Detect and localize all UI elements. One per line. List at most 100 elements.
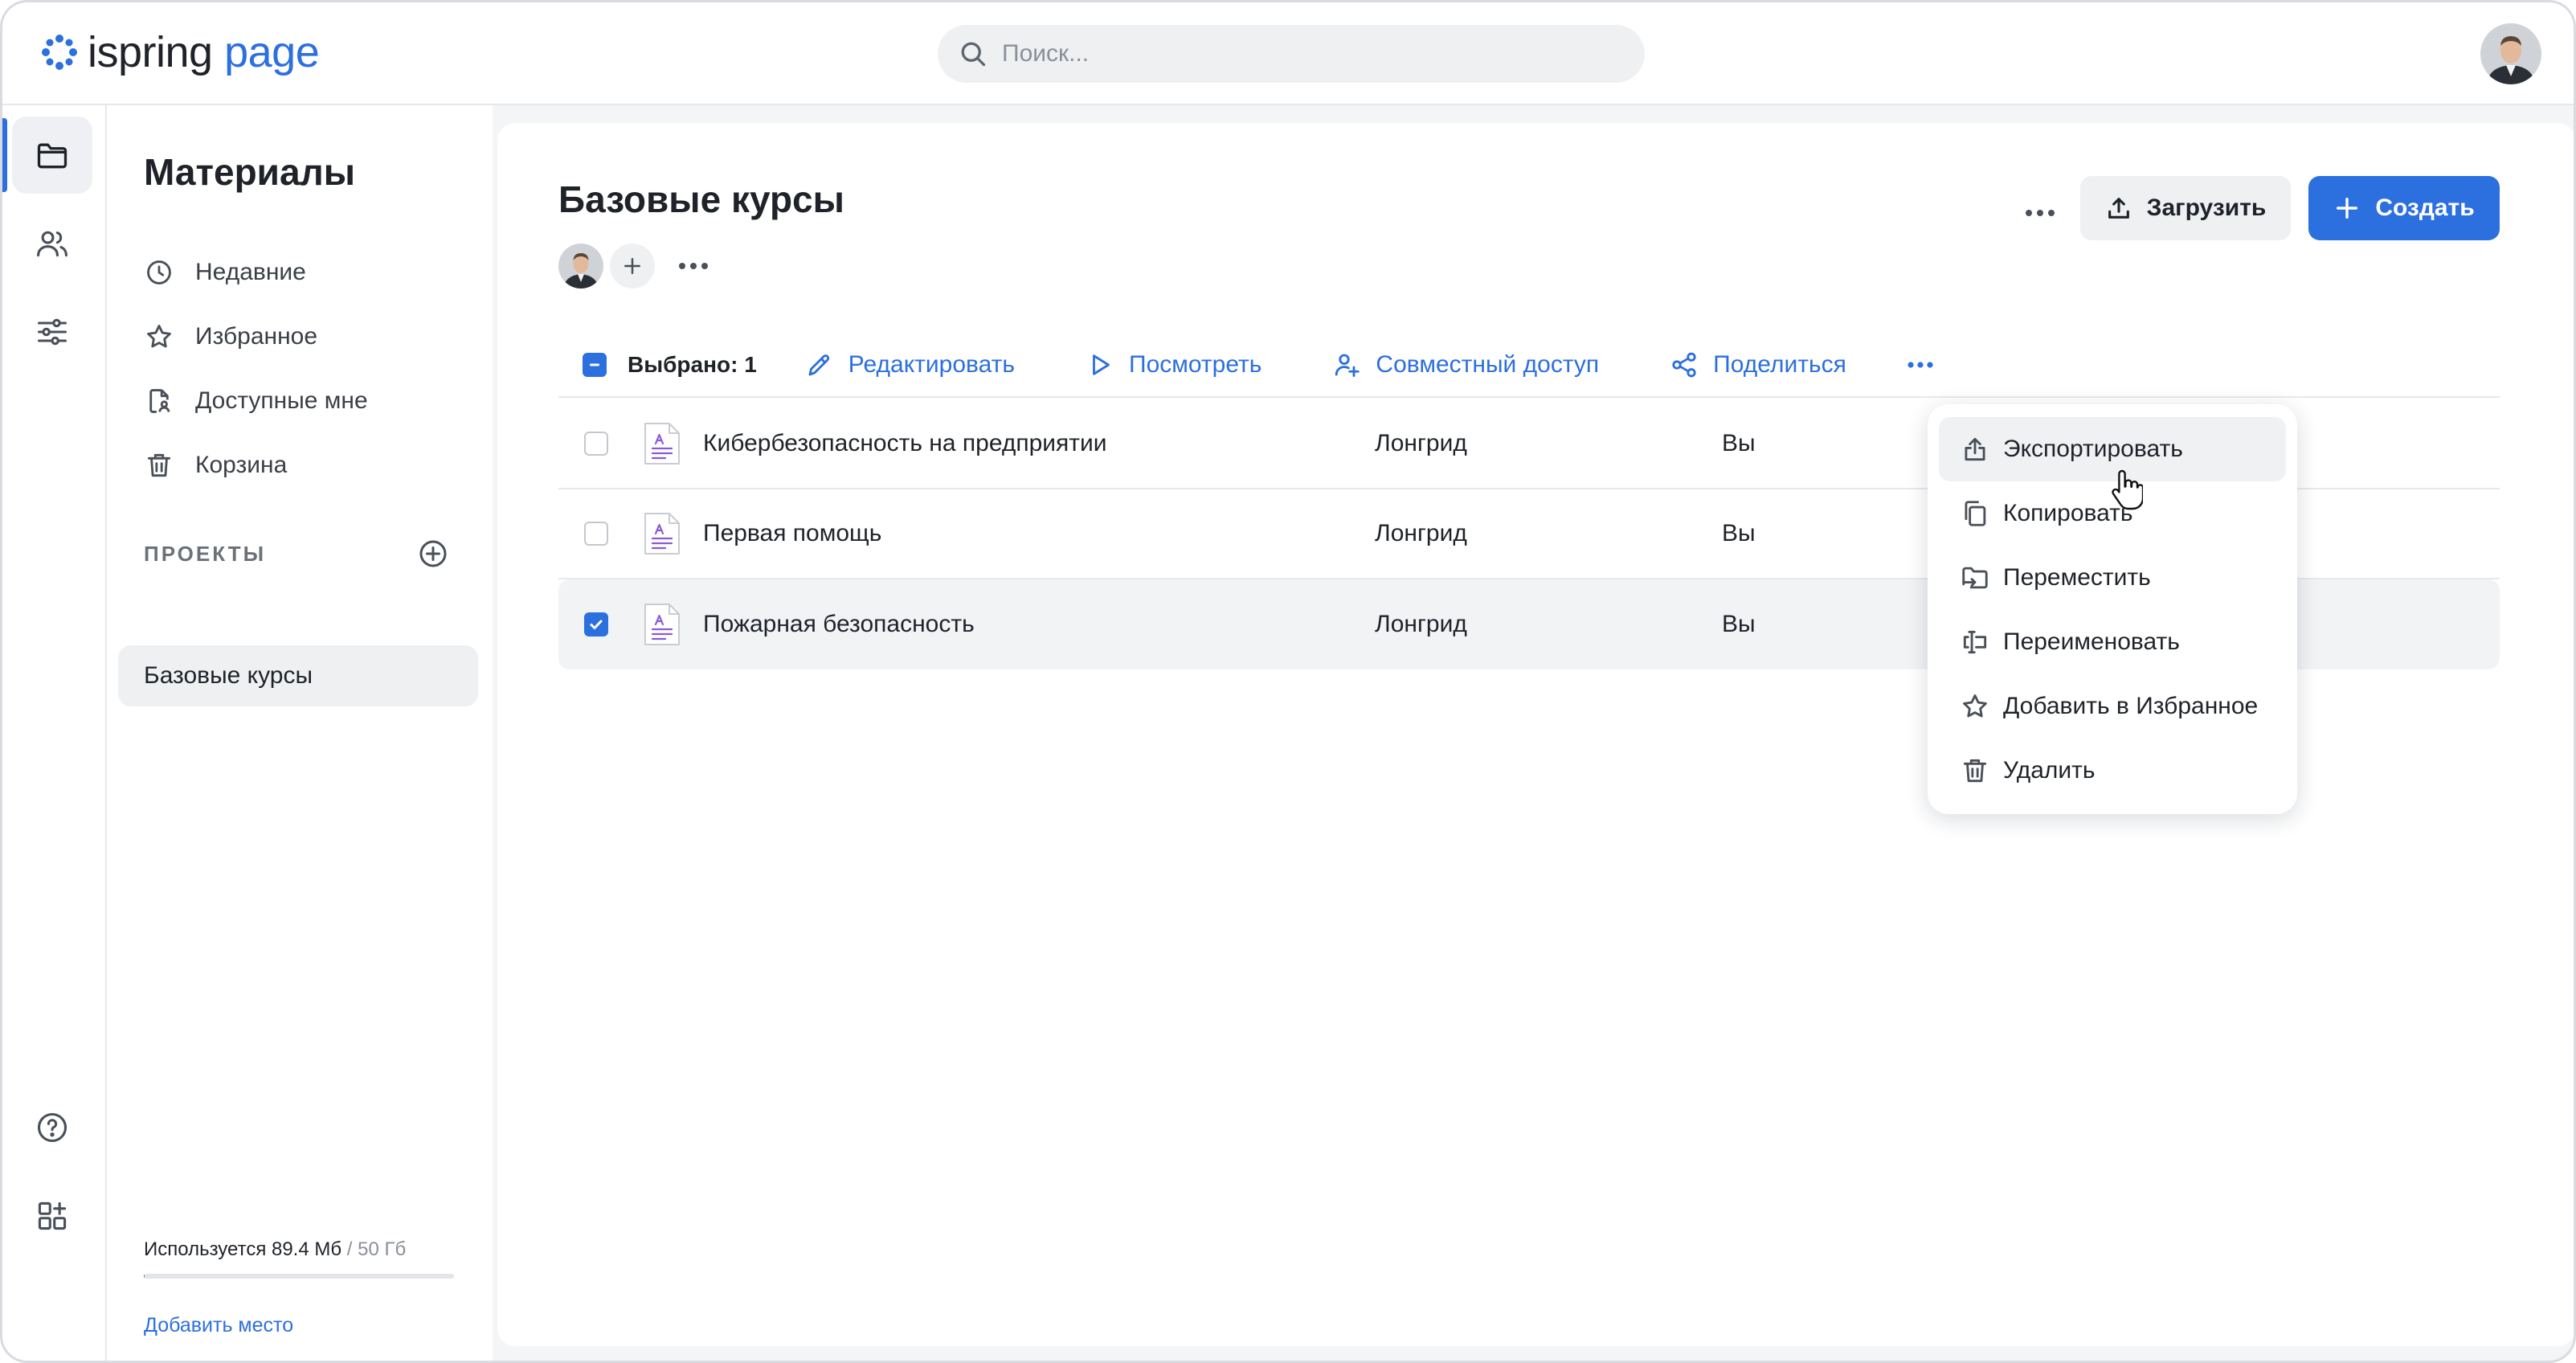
- projects-section-header: ПРОЕКТЫ: [144, 538, 449, 570]
- shared-doc-icon: [149, 389, 170, 413]
- row-owner: Вы: [1722, 430, 1756, 456]
- selection-toolbar: Выбрано: 1 Редактировать Посмотреть Совм…: [558, 334, 2500, 398]
- search-input[interactable]: [1002, 40, 1613, 68]
- row-checkbox[interactable]: [584, 522, 608, 546]
- sidebar-item-label: Недавние: [195, 259, 306, 285]
- longread-file-icon: [644, 604, 680, 645]
- rail-help-button[interactable]: [12, 1089, 92, 1166]
- ispring-logo-icon: [42, 35, 77, 70]
- add-member-button[interactable]: [610, 244, 655, 289]
- plus-icon: [2337, 197, 2358, 219]
- avatar-photo: [2480, 23, 2541, 84]
- share-access-label: Совместный доступ: [1376, 351, 1600, 378]
- upload-icon: [2108, 198, 2129, 219]
- menu-item-label: Экспортировать: [2003, 436, 2183, 462]
- star-icon: [1963, 694, 1987, 718]
- create-button[interactable]: Создать: [2308, 176, 2500, 240]
- trash-icon: [1963, 759, 1987, 783]
- folder-icon: [37, 143, 67, 169]
- rename-icon: [1963, 630, 1987, 654]
- more-horizontal-icon: [1907, 362, 1933, 368]
- minus-icon: [590, 363, 599, 366]
- select-all-checkbox[interactable]: [583, 353, 607, 377]
- pencil-icon: [808, 354, 829, 376]
- menu-item-label: Добавить в Избранное: [2003, 693, 2259, 719]
- menu-item-delete[interactable]: Удалить: [1939, 739, 2286, 803]
- storage-text: Используется 89.4 Мб / 50 Гб: [144, 1238, 465, 1261]
- menu-item-rename[interactable]: Переименовать: [1939, 610, 2286, 674]
- menu-item-move[interactable]: Переместить: [1939, 546, 2286, 610]
- menu-item-label: Удалить: [2003, 757, 2096, 784]
- view-action[interactable]: Посмотреть: [1086, 350, 1261, 379]
- copy-icon: [1965, 501, 1986, 526]
- row-name[interactable]: Пожарная безопасность: [703, 611, 975, 638]
- top-bar: ispring page: [2, 2, 2574, 105]
- users-icon: [37, 231, 67, 257]
- rail-users-button[interactable]: [12, 205, 92, 282]
- sidebar-nav: Недавние Избранное Доступные мне Корзина: [144, 240, 368, 497]
- row-type: Лонгрид: [1375, 611, 1467, 637]
- rail-settings-button[interactable]: [12, 293, 92, 370]
- user-avatar[interactable]: [2480, 23, 2541, 84]
- sliders-icon: [37, 318, 67, 346]
- sidebar-item-trash[interactable]: Корзина: [144, 433, 368, 497]
- row-owner: Вы: [1722, 611, 1756, 637]
- sidebar: Материалы Недавние Избранное Доступные м…: [107, 105, 493, 1361]
- row-checkbox[interactable]: [584, 432, 608, 456]
- search-bar[interactable]: [938, 25, 1645, 83]
- menu-item-label: Переместить: [2003, 564, 2151, 591]
- sidebar-item-favorites[interactable]: Избранное: [144, 305, 368, 369]
- page-title: Базовые курсы: [558, 178, 844, 220]
- row-name[interactable]: Первая помощь: [703, 520, 881, 547]
- row-owner: Вы: [1722, 520, 1756, 546]
- apps-add-icon: [38, 1201, 67, 1230]
- sidebar-item-shared[interactable]: Доступные мне: [144, 369, 368, 433]
- play-icon: [1093, 354, 1110, 375]
- app-window: ispring page Поиск... Материалы Недавние…: [0, 0, 2576, 1363]
- more-actions-menu: Экспортировать Копировать Переместить Пе…: [1928, 404, 2297, 814]
- toolbar-more-button[interactable]: [1906, 360, 1949, 370]
- sidebar-title: Материалы: [144, 151, 356, 193]
- more-horizontal-icon: [679, 263, 708, 269]
- header-more-button[interactable]: [2008, 181, 2072, 245]
- row-type: Лонгрид: [1375, 520, 1467, 546]
- search-icon: [961, 42, 986, 67]
- share-action-label: Поделиться: [1713, 351, 1846, 378]
- row-type: Лонгрид: [1375, 430, 1467, 456]
- create-label: Создать: [2375, 194, 2475, 221]
- logo[interactable]: ispring page: [39, 27, 320, 78]
- add-storage-link[interactable]: Добавить место: [144, 1314, 465, 1337]
- project-members-row: [558, 244, 711, 289]
- row-checkbox[interactable]: [584, 612, 608, 636]
- storage-progress-bar: [144, 1274, 454, 1279]
- sidebar-project-basic-courses[interactable]: Базовые курсы: [118, 645, 478, 706]
- longread-file-icon: [644, 513, 680, 555]
- menu-item-label: Переименовать: [2003, 628, 2180, 655]
- star-icon: [147, 325, 171, 348]
- rail-materials-button[interactable]: [12, 117, 92, 194]
- view-action-label: Посмотреть: [1129, 351, 1262, 378]
- edit-action-label: Редактировать: [848, 351, 1016, 378]
- share-access-action[interactable]: Совместный доступ: [1332, 350, 1599, 379]
- longread-file-icon: [644, 423, 680, 465]
- edit-action[interactable]: Редактировать: [805, 350, 1015, 379]
- sidebar-item-recent[interactable]: Недавние: [144, 240, 368, 305]
- logo-text-ispring: ispring: [88, 28, 213, 76]
- rail-active-indicator: [2, 118, 7, 192]
- logo-text-page: page: [224, 28, 320, 76]
- members-more-button[interactable]: [676, 248, 711, 284]
- more-horizontal-icon: [2026, 210, 2055, 216]
- share-action[interactable]: Поделиться: [1670, 350, 1846, 379]
- menu-item-add-favorite[interactable]: Добавить в Избранное: [1939, 674, 2286, 739]
- upload-button[interactable]: Загрузить: [2080, 176, 2291, 240]
- check-icon: [590, 620, 603, 629]
- logo-text: ispring page: [88, 27, 320, 77]
- member-avatar[interactable]: [558, 244, 603, 289]
- help-icon: [37, 1112, 67, 1143]
- row-name[interactable]: Кибербезопасность на предприятии: [703, 430, 1107, 457]
- icon-rail: [2, 105, 107, 1361]
- storage-progress-fill: [144, 1274, 145, 1279]
- add-project-icon[interactable]: [417, 538, 449, 570]
- rail-apps-button[interactable]: [12, 1177, 92, 1255]
- avatar-photo: [558, 244, 603, 289]
